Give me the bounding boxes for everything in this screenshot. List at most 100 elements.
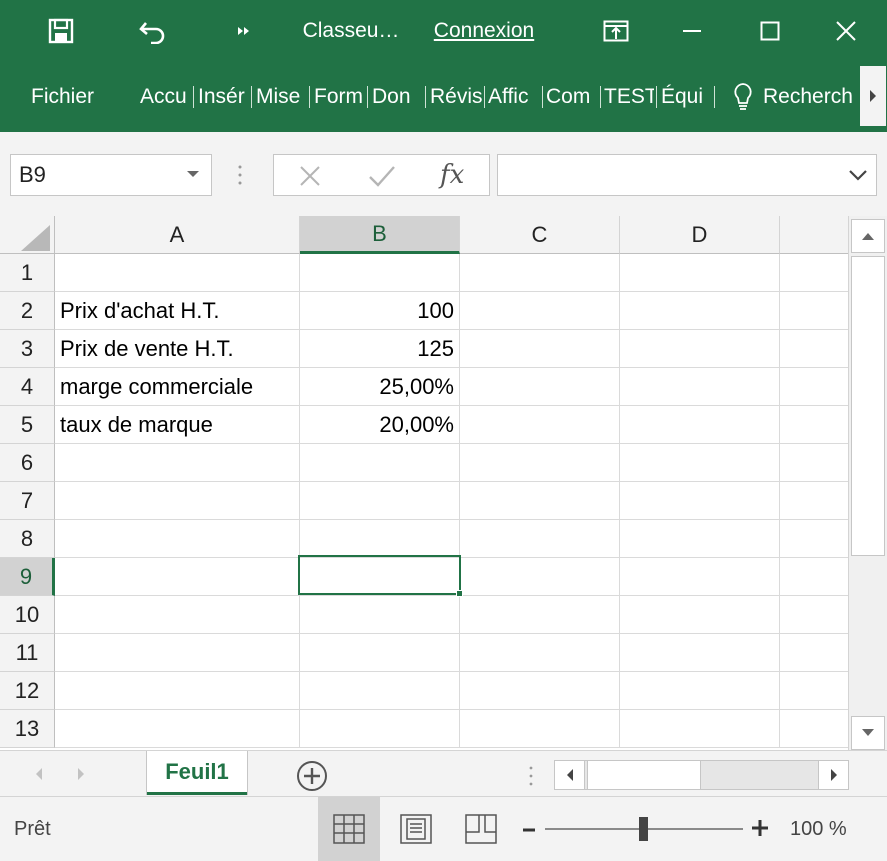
cell-c3[interactable] [460, 330, 620, 368]
row-header[interactable]: 13 [0, 710, 55, 748]
tab-fichier[interactable]: Fichier [31, 62, 109, 132]
vertical-scroll-thumb[interactable] [851, 256, 885, 556]
tab-affichage[interactable]: Affic [488, 62, 540, 132]
cell-b4[interactable]: 25,00% [300, 368, 460, 406]
cell-e11[interactable] [780, 634, 848, 672]
cell-e1[interactable] [780, 254, 848, 292]
cell-c13[interactable] [460, 710, 620, 748]
cell-b12[interactable] [300, 672, 460, 710]
insert-function-icon[interactable]: fx [440, 160, 464, 190]
cell-d7[interactable] [620, 482, 780, 520]
tab-accueil[interactable]: Accu [140, 62, 191, 132]
formula-input[interactable] [497, 154, 877, 196]
cell-c8[interactable] [460, 520, 620, 558]
close-icon[interactable] [826, 0, 866, 62]
cell-a8[interactable] [55, 520, 300, 558]
cell-d9[interactable] [620, 558, 780, 596]
cell-a10[interactable] [55, 596, 300, 634]
worksheet-grid[interactable]: A B C D 1 2 Prix d'achat H.T. 100 3 Prix… [0, 216, 848, 750]
cell-b13[interactable] [300, 710, 460, 748]
cell-c12[interactable] [460, 672, 620, 710]
cell-d12[interactable] [620, 672, 780, 710]
cell-a12[interactable] [55, 672, 300, 710]
horizontal-scrollbar[interactable] [554, 760, 849, 790]
tab-donnees[interactable]: Don [372, 62, 423, 132]
cell-c4[interactable] [460, 368, 620, 406]
cell-b8[interactable] [300, 520, 460, 558]
tell-me-search[interactable]: Recherch [763, 62, 859, 132]
cell-e2[interactable] [780, 292, 848, 330]
horizontal-scroll-thumb[interactable] [587, 761, 701, 789]
row-header[interactable]: 3 [0, 330, 55, 368]
cell-a2[interactable]: Prix d'achat H.T. [55, 292, 300, 330]
drag-handle-icon[interactable] [236, 164, 244, 191]
cell-d3[interactable] [620, 330, 780, 368]
tab-formules[interactable]: Form [314, 62, 365, 132]
cell-b1[interactable] [300, 254, 460, 292]
maximize-icon[interactable] [750, 0, 790, 62]
normal-view-button[interactable] [318, 797, 380, 861]
scroll-down-button[interactable] [851, 716, 885, 750]
cell-d10[interactable] [620, 596, 780, 634]
vertical-scrollbar[interactable] [848, 216, 887, 750]
row-header-selected[interactable]: 9 [0, 558, 55, 596]
column-header-b[interactable]: B [300, 216, 460, 254]
tab-test[interactable]: TEST [604, 62, 654, 132]
cell-b5[interactable]: 20,00% [300, 406, 460, 444]
cell-e12[interactable] [780, 672, 848, 710]
previous-sheet-icon[interactable] [34, 767, 44, 786]
row-header[interactable]: 10 [0, 596, 55, 634]
cell-a13[interactable] [55, 710, 300, 748]
row-header[interactable]: 12 [0, 672, 55, 710]
undo-icon[interactable] [132, 0, 174, 62]
zoom-out-icon[interactable] [522, 823, 536, 841]
cell-e4[interactable] [780, 368, 848, 406]
cell-e7[interactable] [780, 482, 848, 520]
tab-complements[interactable]: Com [546, 62, 598, 132]
sheet-tab-active[interactable]: Feuil1 [147, 751, 247, 795]
save-icon[interactable] [40, 0, 82, 62]
row-header[interactable]: 2 [0, 292, 55, 330]
cell-a11[interactable] [55, 634, 300, 672]
row-header[interactable]: 5 [0, 406, 55, 444]
cell-e5[interactable] [780, 406, 848, 444]
zoom-slider-thumb[interactable] [639, 817, 648, 841]
row-header[interactable]: 8 [0, 520, 55, 558]
cell-d11[interactable] [620, 634, 780, 672]
cell-c10[interactable] [460, 596, 620, 634]
row-header[interactable]: 1 [0, 254, 55, 292]
row-header[interactable]: 7 [0, 482, 55, 520]
fill-handle[interactable] [456, 590, 463, 597]
ribbon-scroll-right-button[interactable] [860, 66, 886, 126]
cell-e3[interactable] [780, 330, 848, 368]
column-header-c[interactable]: C [460, 216, 620, 254]
cell-b7[interactable] [300, 482, 460, 520]
cell-d13[interactable] [620, 710, 780, 748]
cell-a6[interactable] [55, 444, 300, 482]
cell-d6[interactable] [620, 444, 780, 482]
page-break-view-button[interactable] [450, 797, 512, 861]
cell-c1[interactable] [460, 254, 620, 292]
sign-in-link[interactable]: Connexion [420, 0, 548, 62]
scroll-right-button[interactable] [818, 761, 848, 789]
cell-d5[interactable] [620, 406, 780, 444]
row-header[interactable]: 11 [0, 634, 55, 672]
cell-c11[interactable] [460, 634, 620, 672]
enter-icon[interactable] [368, 164, 396, 193]
cell-e10[interactable] [780, 596, 848, 634]
cell-c2[interactable] [460, 292, 620, 330]
scroll-up-button[interactable] [851, 219, 885, 253]
cell-e13[interactable] [780, 710, 848, 748]
cell-e6[interactable] [780, 444, 848, 482]
tab-mise-en-page[interactable]: Mise [256, 62, 307, 132]
cell-a1[interactable] [55, 254, 300, 292]
tab-revision[interactable]: Révis [430, 62, 482, 132]
add-sheet-icon[interactable] [296, 760, 328, 797]
cancel-icon[interactable] [298, 164, 322, 193]
scroll-left-button[interactable] [555, 761, 585, 789]
column-header-d[interactable]: D [620, 216, 780, 254]
page-layout-view-button[interactable] [385, 797, 447, 861]
tab-insertion[interactable]: Insér [198, 62, 248, 132]
cell-b10[interactable] [300, 596, 460, 634]
column-header-partial[interactable] [780, 216, 848, 254]
